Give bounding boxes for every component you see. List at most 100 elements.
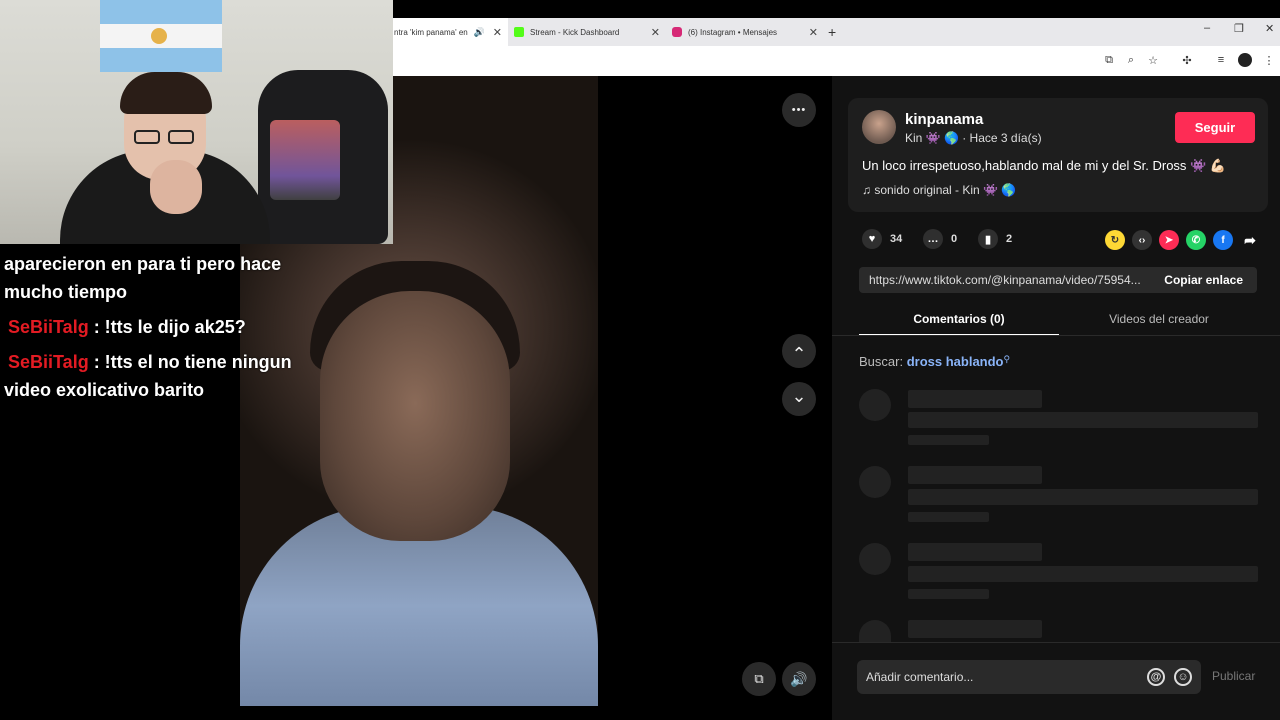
search-suggestion[interactable]: Buscar: dross hablando⚲ bbox=[859, 354, 1010, 369]
more-icon: ••• bbox=[791, 104, 807, 116]
picture-in-picture-icon: ⧉ bbox=[754, 671, 764, 686]
post-description: Un loco irrespetuoso,hablando mal de mi … bbox=[862, 158, 1227, 173]
chevron-up-icon: ⌃ bbox=[791, 343, 807, 364]
media-control-icon[interactable]: ≡ bbox=[1214, 54, 1228, 66]
comment-count: 0 bbox=[951, 233, 958, 245]
author-subline: Kin 👾 🌎 · Hace 3 día(s) bbox=[905, 131, 1042, 145]
plus-icon: + bbox=[828, 24, 837, 40]
restore-button[interactable]: ❐ bbox=[1234, 22, 1244, 35]
tab-label: Stream - Kick Dashboard bbox=[530, 27, 620, 37]
zoom-icon[interactable]: ⌕ bbox=[1124, 54, 1138, 67]
more-options-button[interactable]: ••• bbox=[782, 93, 816, 127]
chat-message: SeBiiTalg : !tts el no tiene ningun bbox=[8, 348, 292, 376]
new-tab-button[interactable]: + bbox=[828, 18, 844, 46]
skeleton-bar bbox=[908, 435, 989, 445]
bookmark-icon[interactable]: ▮ bbox=[978, 229, 998, 249]
minimize-button[interactable]: – bbox=[1204, 22, 1210, 34]
comment-icon[interactable]: … bbox=[923, 229, 943, 249]
comment-stat[interactable]: … 0 bbox=[923, 229, 957, 249]
browser-toolbar: ⧉ ⌕ ☆ ✣ ≡ ⋮ bbox=[392, 46, 1280, 76]
close-window-button[interactable]: ✕ bbox=[1265, 22, 1274, 35]
chat-message: mucho tiempo bbox=[4, 278, 127, 306]
tabs-divider bbox=[832, 335, 1280, 336]
flag-stripe bbox=[100, 48, 222, 72]
save-stat[interactable]: ▮ 2 bbox=[978, 229, 1012, 249]
skeleton-bar bbox=[908, 543, 1042, 561]
post-music[interactable]: ♫ sonido original - Kin 👾 🌎 bbox=[862, 183, 1016, 197]
repost-icon[interactable]: ↻ bbox=[1105, 230, 1125, 250]
volume-icon: 🔊 bbox=[790, 670, 808, 687]
comment-input[interactable]: Añadir comentario... @ ☺ bbox=[857, 660, 1201, 694]
facebook-icon[interactable]: f bbox=[1213, 230, 1233, 250]
flag-stripe bbox=[100, 0, 222, 24]
chat-username: SeBiiTalg bbox=[8, 317, 89, 337]
search-icon: ⚲ bbox=[1003, 354, 1011, 364]
author-avatar[interactable] bbox=[862, 110, 896, 144]
streamer-hand bbox=[150, 160, 202, 214]
video-person-face bbox=[320, 291, 510, 541]
close-icon[interactable]: ✕ bbox=[493, 26, 502, 39]
whatsapp-icon[interactable]: ✆ bbox=[1186, 230, 1206, 250]
close-icon[interactable]: ✕ bbox=[809, 26, 818, 39]
skeleton-bar bbox=[908, 512, 989, 522]
tab-kick-dashboard[interactable]: Stream - Kick Dashboard ✕ bbox=[510, 18, 666, 46]
chat-username: SeBiiTalg bbox=[8, 352, 89, 372]
skeleton-bar bbox=[908, 466, 1042, 484]
publish-button[interactable]: Publicar bbox=[1212, 669, 1255, 683]
streamer-glasses bbox=[134, 130, 198, 144]
chat-message: video exolicativo barito bbox=[4, 376, 204, 404]
chat-message: SeBiiTalg : !tts le dijo ak25? bbox=[8, 313, 246, 341]
skeleton-avatar bbox=[859, 466, 891, 498]
search-suggestion-prefix: Buscar: bbox=[859, 354, 904, 369]
comment-placeholder: Añadir comentario... bbox=[866, 670, 974, 684]
chat-text: : !tts le dijo ak25? bbox=[88, 317, 246, 337]
chat-message: aparecieron en para ti pero hace bbox=[4, 250, 281, 278]
volume-button[interactable]: 🔊 bbox=[782, 662, 816, 696]
next-video-button[interactable]: ⌄ bbox=[782, 382, 816, 416]
skeleton-bar bbox=[908, 566, 1258, 582]
profile-avatar[interactable] bbox=[1238, 53, 1252, 67]
chat-text: : !tts el no tiene ningun bbox=[88, 352, 292, 372]
search-suggestion-query[interactable]: dross hablando bbox=[907, 354, 1004, 369]
skeleton-avatar bbox=[859, 389, 891, 421]
skeleton-bar bbox=[908, 489, 1258, 505]
emoji-icon[interactable]: ☺ bbox=[1174, 668, 1192, 686]
send-to-friends-icon[interactable]: ➤ bbox=[1159, 230, 1179, 250]
floating-player-button[interactable]: ⧉ bbox=[742, 662, 776, 696]
save-count: 2 bbox=[1006, 233, 1013, 245]
sun-icon bbox=[151, 28, 167, 44]
bookmark-star-icon[interactable]: ☆ bbox=[1146, 54, 1160, 67]
menu-icon[interactable]: ⋮ bbox=[1262, 54, 1276, 67]
kick-icon bbox=[514, 27, 524, 37]
heart-icon[interactable]: ♥ bbox=[862, 229, 882, 249]
speaker-icon[interactable]: 🔊 bbox=[474, 27, 485, 38]
like-count: 34 bbox=[890, 233, 903, 245]
skeleton-bar bbox=[908, 412, 1258, 428]
skeleton-bar bbox=[908, 589, 989, 599]
mention-icon[interactable]: @ bbox=[1147, 668, 1165, 686]
chat-text: mucho tiempo bbox=[4, 282, 128, 302]
streamer-hair bbox=[120, 72, 212, 114]
share-link-url[interactable]: https://www.tiktok.com/@kinpanama/video/… bbox=[869, 273, 1149, 287]
extensions-icon[interactable]: ✣ bbox=[1180, 54, 1194, 67]
tab-instagram[interactable]: (6) Instagram • Mensajes ✕ bbox=[668, 18, 824, 46]
copy-link-button[interactable]: Copiar enlace bbox=[1164, 273, 1243, 287]
follow-button[interactable]: Seguir bbox=[1175, 112, 1255, 143]
author-username[interactable]: kinpanama bbox=[905, 111, 983, 128]
like-stat[interactable]: ♥ 34 bbox=[862, 229, 902, 249]
skeleton-bar bbox=[908, 390, 1042, 408]
share-arrow-icon[interactable]: ➦ bbox=[1240, 230, 1260, 250]
chat-text: aparecieron en para ti pero hace bbox=[4, 254, 282, 274]
close-icon[interactable]: ✕ bbox=[651, 26, 660, 39]
skeleton-avatar bbox=[859, 543, 891, 575]
tab-tiktok-search[interactable]: ntra 'kim panama' en 🔊 ✕ bbox=[392, 18, 508, 46]
embed-icon[interactable]: ‹› bbox=[1132, 230, 1152, 250]
tab-comments[interactable]: Comentarios (0) bbox=[859, 306, 1059, 336]
chevron-down-icon: ⌄ bbox=[791, 385, 807, 406]
previous-video-button[interactable]: ⌃ bbox=[782, 334, 816, 368]
share-link-box: https://www.tiktok.com/@kinpanama/video/… bbox=[859, 267, 1257, 293]
tab-creator-videos[interactable]: Videos del creador bbox=[1059, 306, 1259, 336]
instagram-icon bbox=[672, 27, 682, 37]
cast-icon[interactable]: ⧉ bbox=[1102, 54, 1116, 67]
tab-label: (6) Instagram • Mensajes bbox=[688, 27, 778, 37]
